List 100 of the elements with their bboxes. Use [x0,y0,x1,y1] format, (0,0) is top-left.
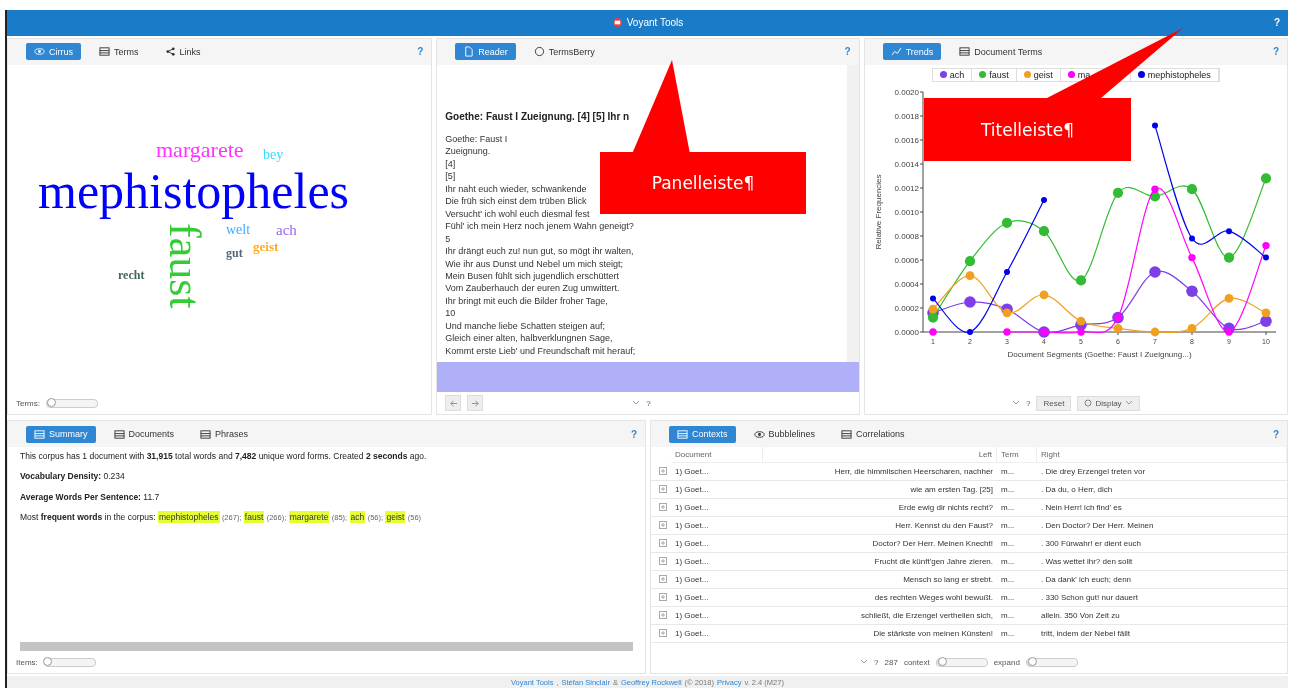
keyword-link[interactable]: mephistopheles [157,510,220,523]
table-cell: 1) Goet... [671,571,763,590]
y-tick-label: 0.0020 [894,87,919,97]
app-title: Voyant Tools [626,17,684,29]
text-line: Fühl' ich mein Herz noch jenem Wahn geneigt? [445,220,634,233]
summary-text: Vocabulary Density: 0.234 [20,471,126,483]
keyword-link[interactable]: margarete [288,510,330,523]
panel-tab[interactable]: TermsBerry [525,43,603,61]
help-link[interactable]: ? [1272,428,1279,440]
table-cell: Die stärkste von meinen Künsten! [763,625,997,644]
column-header[interactable]: Right [1037,447,1287,464]
legend-item[interactable]: ach [932,68,973,81]
panel-tab[interactable]: Documents [105,425,183,443]
result-count: 287 [884,657,898,667]
table-cell: Frucht die künft'gen Jahre zieren. [763,553,997,572]
table-cell: des rechten Weges wohl bewußt. [763,589,997,608]
panel-tab[interactable]: Bubblelines [745,425,824,443]
reset-button[interactable]: Reset [1036,395,1072,411]
y-tick-label: 0.0012 [894,183,919,193]
table-cell: allein. 350 Von Zeit zu [1037,607,1287,626]
table-cell: m... [997,481,1037,500]
context-label: context [903,657,930,667]
text-line: Ihr drängt euch zu! nun gut, so mögt ihr walten, [445,245,634,258]
column-header[interactable]: Document [671,447,763,464]
display-button[interactable]: Display [1077,395,1140,411]
text-line: Mein Busen fühlt sich jugendlich erschüttert [445,269,619,283]
cloud-word[interactable]: ach [276,221,297,240]
table-cell: . Da du, o Herr, dich [1037,481,1287,500]
text-line: Die früh sich einst dem trüben Blick [445,195,587,208]
text-line: Und manche liebe Schatten steigen auf; [445,319,605,333]
table-cell: . Da dank' ich euch; denn [1037,571,1287,590]
expand-label: expand [993,657,1020,667]
panel-tab[interactable]: Contexts [669,425,736,443]
table-cell: 1) Goet... [671,517,763,536]
text-line: 5 [445,232,451,246]
text-line: Wie ihr aus Dunst und Nebel um mich steigt; [445,257,623,270]
text-line: Versucht' ich wohl euch diesmal fest [445,207,590,221]
y-tick-label: 0.0010 [894,207,919,217]
y-tick-label: 0.0008 [894,231,919,241]
table-cell: 1) Goet... [671,499,763,518]
column-header[interactable]: Term [997,447,1037,464]
help-link[interactable]: ? [417,46,424,58]
help-link[interactable]: ? [1272,46,1279,58]
cloud-word[interactable]: mephistopheles [38,162,350,221]
text-line: [4] [445,157,456,171]
y-tick-label: 0.0014 [894,159,919,169]
y-tick-label: 0.0016 [894,135,919,145]
y-tick-label: 0.0004 [894,279,919,289]
legend-item[interactable]: faust [972,68,1017,81]
keyword-link[interactable]: geist [385,510,406,523]
table-cell: Herr, die himmlischen Heerscharen, nachher [763,463,997,482]
x-axis-title: Document Segments (Goethe: Faust I Zueignung...) [1007,349,1192,359]
panel-tab[interactable]: Phrases [192,425,257,443]
panel-tab[interactable]: Reader [455,43,516,61]
items-label: Items: [16,657,38,667]
panel-tab[interactable]: Trends [882,43,942,61]
table-cell: Doctor? Der Herr. Meinen Knecht! [763,535,997,554]
table-cell: 1) Goet... [671,589,763,608]
y-tick-label: 0.0000 [894,327,919,337]
cloud-word[interactable]: gut [226,246,243,261]
table-cell: . Nein Herr! ich find' es [1037,499,1287,518]
panel-tab[interactable]: Document Terms [951,43,1051,61]
help-link[interactable]: ? [1026,398,1031,408]
help-link[interactable]: ? [844,46,851,58]
keyword-link[interactable]: ach [349,510,366,523]
table-cell: . Die drey Erzengel treten vor [1037,463,1287,482]
legend-item[interactable]: geist [1016,68,1061,81]
callout-label: Titelleiste¶ [924,98,1131,161]
help-link[interactable]: ? [1273,17,1280,29]
terms-label: Terms: [16,398,40,408]
panel-tab[interactable]: Terms [91,43,147,61]
text-line: Gleich einer alten, halbverklungnen Sage, [445,332,613,345]
document-heading: Goethe: Faust I Zueignung. [4] [5] Ihr n [445,110,630,122]
cloud-word[interactable]: recht [118,268,145,283]
table-cell: wie am ersten Tag. [25] [763,481,997,500]
help-link[interactable]: ? [874,657,879,667]
table-cell: 1) Goet... [671,535,763,554]
y-tick-label: 0.0002 [894,303,919,313]
table-cell: 1) Goet... [671,607,763,626]
panel-tab[interactable]: Correlations [833,425,913,443]
keyword-link[interactable]: faust [243,510,265,523]
text-line: Vom Zauberhauch der euren Zug umwittert. [445,282,620,295]
help-link[interactable]: ? [630,428,637,440]
table-cell: m... [997,607,1037,626]
panel-tab[interactable]: Summary [26,425,96,443]
text-line: Kommt erste Lieb' und Freundschaft mit herauf; [445,344,636,358]
table-cell: . Was wettet ihr? den sollt [1037,553,1287,572]
table-cell: 1) Goet... [671,553,763,572]
table-cell: Erde ewig dir nichts recht? [763,499,997,518]
help-link[interactable]: ? [646,398,651,408]
table-cell: 1) Goet... [671,463,763,482]
table-cell: m... [997,571,1037,590]
panel-tab[interactable]: Links [156,43,209,61]
y-axis-title: Relative Frequencies [873,174,883,250]
summary-text: Average Words Per Sentence: 11.7 [20,491,161,503]
text-line: Zueignung. [445,145,491,158]
column-header[interactable]: Left [763,447,997,464]
panel-tab[interactable]: Cirrus [26,43,81,61]
text-line: Ihr bringt mit euch die Bilder froher Tage, [445,294,608,308]
table-cell: Herr. Kennst du den Faust? [763,517,997,536]
